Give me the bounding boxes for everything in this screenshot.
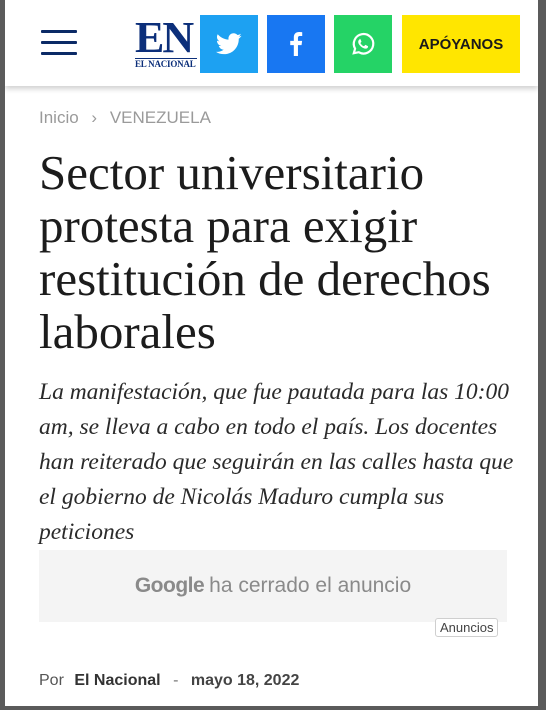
logo-subtitle: EL NACIONAL xyxy=(135,58,197,69)
ad-label-button[interactable]: Anuncios xyxy=(435,618,499,637)
author-link[interactable]: El Nacional xyxy=(74,672,160,689)
byline: Por El Nacional - mayo 18, 2022 xyxy=(39,672,299,690)
twitter-share-button[interactable] xyxy=(200,15,258,73)
breadcrumb-separator-icon: › xyxy=(91,108,98,127)
page-frame: EN EL NACIONAL APÓYANOS Inicio › VENEZUE… xyxy=(5,0,538,706)
article-title: Sector universitario protesta para exigi… xyxy=(39,145,491,359)
breadcrumb-home-link[interactable]: Inicio xyxy=(39,108,79,127)
site-logo[interactable]: EN EL NACIONAL xyxy=(135,13,197,72)
support-button[interactable]: APÓYANOS xyxy=(402,15,520,73)
whatsapp-icon xyxy=(352,32,375,55)
byline-separator: - xyxy=(173,672,179,689)
breadcrumb-section-link[interactable]: VENEZUELA xyxy=(110,108,211,127)
facebook-share-button[interactable] xyxy=(267,15,325,73)
whatsapp-share-button[interactable] xyxy=(334,15,392,73)
article-lead: La manifestación, que fue pautada para l… xyxy=(39,379,514,545)
twitter-icon xyxy=(216,33,242,55)
hamburger-icon[interactable] xyxy=(41,30,77,58)
byline-prefix: Por xyxy=(39,672,64,689)
ad-closed-message: ha cerrado el anuncio xyxy=(209,574,412,597)
google-logo: Google xyxy=(134,574,205,597)
ad-closed-notice: Google ha cerrado el anuncio xyxy=(39,550,507,622)
breadcrumb: Inicio › VENEZUELA xyxy=(39,108,211,128)
facebook-icon xyxy=(290,32,303,56)
publish-date: mayo 18, 2022 xyxy=(190,672,300,689)
site-header: EN EL NACIONAL APÓYANOS xyxy=(5,0,538,86)
logo-mark: EN xyxy=(135,13,194,62)
